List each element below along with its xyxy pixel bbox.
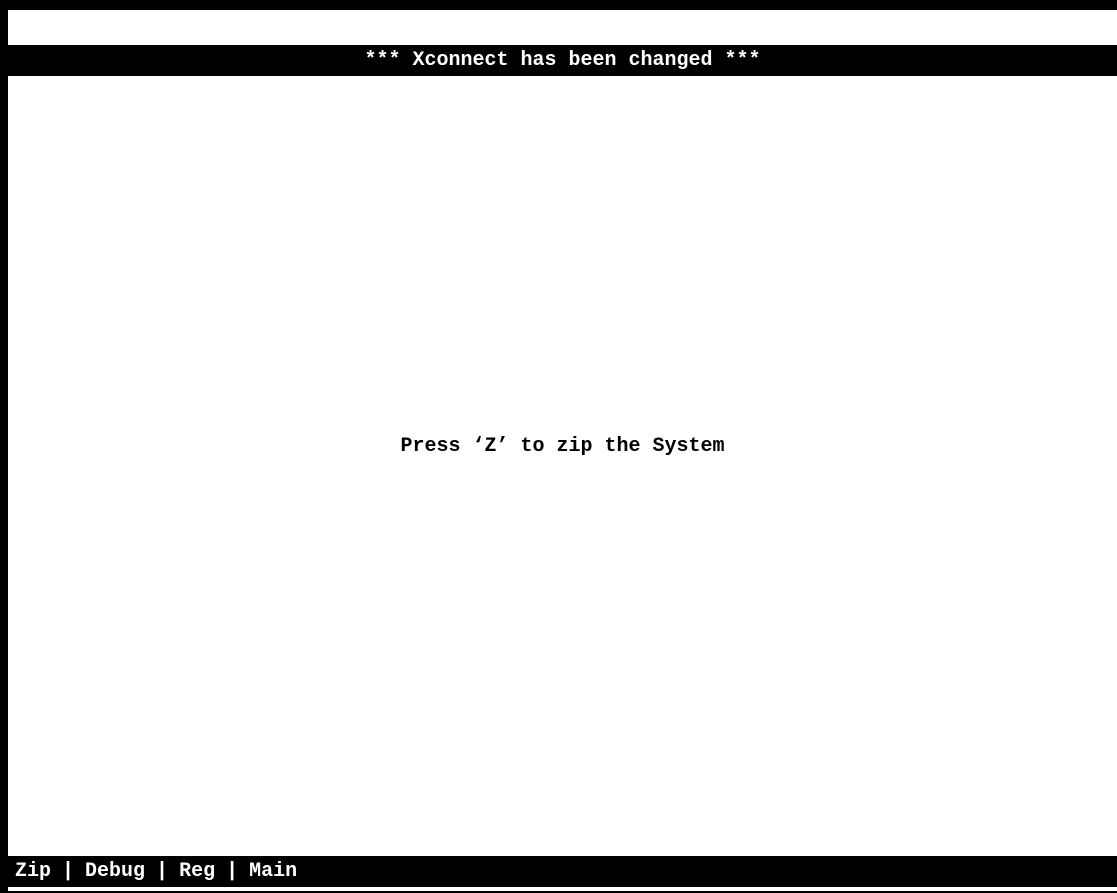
menu-item-debug[interactable]: Debug (85, 856, 145, 887)
status-banner: *** Xconnect has been changed *** (8, 45, 1117, 76)
bottom-menu-bar: Zip | Debug | Reg | Main (8, 856, 1117, 887)
menu-item-main[interactable]: Main (249, 856, 297, 887)
menu-separator: | (226, 860, 239, 883)
menu-separator: | (156, 860, 169, 883)
terminal-screen: *** Xconnect has been changed *** Press … (0, 0, 1117, 893)
menu-item-zip[interactable]: Zip (15, 856, 51, 887)
zip-prompt-message: Press ‘Z’ to zip the System (400, 435, 725, 458)
menu-item-reg[interactable]: Reg (179, 856, 215, 887)
menu-separator: | (62, 860, 75, 883)
